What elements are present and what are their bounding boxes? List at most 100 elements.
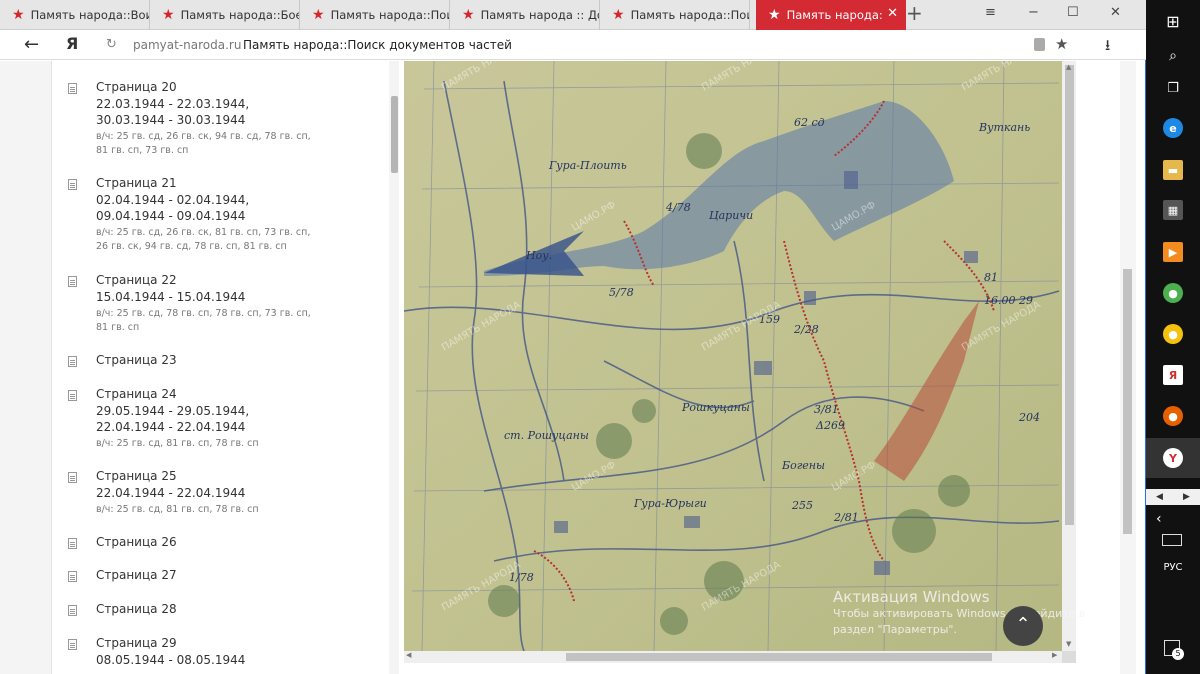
viewer-vertical-scroll-thumb[interactable] — [1065, 65, 1074, 525]
page-item-title[interactable]: Страница 21 — [96, 176, 177, 190]
page-item-title[interactable]: Страница 28 — [96, 602, 177, 616]
tab-bar: ★ Память народа::Воинс ★ Память народа::… — [0, 0, 1146, 30]
page-item-title[interactable]: Страница 26 — [96, 535, 177, 549]
page-item-dates: 08.05.1944 - 08.05.1944 — [96, 653, 246, 667]
address-bar: ← Я ↻ pamyat-naroda.ru Память народа::По… — [0, 30, 1146, 60]
taskbar-app[interactable]: ● — [1146, 273, 1200, 313]
document-icon — [68, 356, 77, 367]
windows-activation-watermark: Активация Windows Чтобы активировать Win… — [833, 588, 1113, 638]
page-item-units: в/ч: 25 гв. сд, 81 гв. сп, 78 гв. сп — [96, 504, 259, 515]
tray-chevron-icon[interactable]: ‹ — [1156, 511, 1162, 527]
map-label: 5/78 — [609, 286, 634, 299]
scroll-left-arrow-icon[interactable]: ◀ — [406, 651, 411, 659]
star-icon: ★ — [12, 7, 25, 23]
chrome-canary-icon: ● — [1163, 324, 1183, 344]
scroll-down-arrow-icon[interactable]: ▼ — [1066, 640, 1071, 648]
maximize-button[interactable]: ☐ — [1067, 6, 1079, 19]
page-item-units: в/ч: 25 гв. сд, 81 гв. сп, 78 гв. сп — [96, 438, 259, 449]
tab-6-active[interactable]: ★ Память народа::По ✕ — [756, 0, 906, 30]
map-label: Богены — [781, 459, 825, 472]
page-item-title[interactable]: Страница 24 — [96, 387, 177, 401]
document-icon — [68, 276, 77, 287]
search-icon: ⌕ — [1169, 48, 1177, 64]
page-item-dates: 29.05.1944 - 29.05.1944, 22.04.1944 - 22… — [96, 404, 250, 434]
page-item-title[interactable]: Страница 25 — [96, 469, 177, 483]
bookmark-star-icon[interactable]: ★ — [1055, 35, 1068, 53]
tray-arrows[interactable]: ◀ ▶ — [1146, 489, 1200, 505]
url-host[interactable]: pamyat-naroda.ru — [133, 38, 241, 52]
page-item-dates: 22.03.1944 - 22.03.1944, 30.03.1944 - 30… — [96, 97, 250, 127]
page-item-title[interactable]: Страница 27 — [96, 568, 177, 582]
map-label: 255 — [791, 499, 813, 512]
taskbar-app-active[interactable]: Y — [1146, 438, 1200, 478]
file-explorer-icon: ▬ — [1163, 160, 1183, 180]
taskbar-app[interactable]: ● — [1146, 396, 1200, 436]
map-drawing: Вуткань Гура-Плоить Царичи Рошкуцаны Гур… — [404, 61, 1062, 651]
taskbar-app[interactable]: e — [1146, 108, 1200, 148]
new-tab-button[interactable]: + — [906, 3, 923, 23]
taskbar-app[interactable]: ▶ — [1146, 232, 1200, 272]
tab-2[interactable]: ★ Память народа::Боевое — [150, 0, 300, 30]
scroll-to-top-button[interactable]: ⌃ — [1003, 606, 1043, 646]
close-window-button[interactable]: ✕ — [1110, 6, 1121, 19]
notification-count-badge: 5 — [1172, 648, 1184, 660]
taskbar-app[interactable]: ▦ — [1146, 190, 1200, 230]
taskbar-app[interactable]: Я — [1146, 355, 1200, 395]
lock-icon[interactable] — [1034, 38, 1045, 51]
language-indicator[interactable]: РУС — [1146, 562, 1200, 573]
tab-1[interactable]: ★ Память народа::Воинс — [0, 0, 150, 30]
page-item-dates: 22.04.1944 - 22.04.1944 — [96, 486, 246, 500]
close-tab-icon[interactable]: ✕ — [887, 7, 898, 20]
reload-icon[interactable]: ↻ — [106, 37, 117, 52]
map-scan-image[interactable]: Вуткань Гура-Плоить Царичи Рошкуцаны Гур… — [404, 61, 1062, 651]
task-view-button[interactable]: ❐ — [1146, 68, 1200, 108]
back-arrow-icon[interactable]: ← — [24, 34, 39, 55]
map-label: Царичи — [709, 209, 753, 222]
tray-right-arrow-icon[interactable]: ▶ — [1183, 492, 1190, 502]
document-icon — [68, 179, 77, 190]
download-icon[interactable]: ⭳ — [1105, 35, 1110, 60]
page-content: Страница 20 22.03.1944 - 22.03.1944, 30.… — [0, 61, 1136, 674]
keyboard-icon[interactable] — [1162, 534, 1182, 546]
page-item-title[interactable]: Страница 20 — [96, 80, 177, 94]
taskbar-app[interactable]: ● — [1146, 314, 1200, 354]
tab-label: Память народа :: Доне — [480, 8, 599, 22]
yandex-logo-icon[interactable]: Я — [66, 34, 78, 53]
map-label: ст. Рошуцаны — [504, 429, 589, 442]
star-icon: ★ — [768, 7, 781, 23]
page-scroll-thumb[interactable] — [1123, 269, 1132, 534]
page-title[interactable]: Память народа::Поиск документов частей — [243, 38, 512, 52]
document-icon — [68, 472, 77, 483]
tray-left-arrow-icon[interactable]: ◀ — [1156, 492, 1163, 502]
document-icon — [68, 390, 77, 401]
document-viewer[interactable]: Вуткань Гура-Плоить Царичи Рошкуцаны Гур… — [404, 61, 1076, 663]
tab-label: Память народа::Воинс — [30, 8, 149, 22]
tab-5[interactable]: ★ Память народа::Поис — [600, 0, 750, 30]
map-label: 62 сд — [794, 116, 825, 129]
map-label: 3/81 — [814, 403, 839, 416]
map-label: Гура-Юрыги — [633, 497, 707, 510]
viewer-horizontal-scroll-thumb[interactable] — [566, 653, 992, 661]
map-label: 2/28 — [793, 323, 819, 336]
edge-icon: e — [1163, 118, 1183, 138]
activation-subtitle: Чтобы активировать Windows, перейдите в … — [833, 607, 1086, 636]
scroll-up-arrow-icon[interactable]: ▲ — [1066, 63, 1071, 71]
page-item-title[interactable]: Страница 29 — [96, 636, 177, 650]
scroll-right-arrow-icon[interactable]: ▶ — [1052, 651, 1057, 659]
chrome-icon: ● — [1163, 283, 1183, 303]
document-icon — [68, 605, 77, 616]
taskbar-app[interactable]: ▬ — [1146, 150, 1200, 190]
document-icon — [68, 538, 77, 549]
tab-3[interactable]: ★ Память народа::Поиск — [300, 0, 450, 30]
page-item-title[interactable]: Страница 23 — [96, 353, 177, 367]
document-icon — [68, 571, 77, 582]
tab-label: Память народа::По — [786, 8, 882, 22]
map-label: Рошкуцаны — [681, 401, 750, 414]
page-item-units: в/ч: 25 гв. сд, 26 гв. ск, 81 гв. сп, 73… — [96, 227, 311, 252]
tab-4[interactable]: ★ Память народа :: Доне — [450, 0, 600, 30]
minimize-button[interactable]: − — [1028, 6, 1039, 19]
pages-list-scroll-thumb[interactable] — [391, 96, 398, 173]
page-item-title[interactable]: Страница 22 — [96, 273, 177, 287]
document-icon — [68, 639, 77, 650]
menu-icon[interactable]: ≡ — [985, 6, 996, 19]
